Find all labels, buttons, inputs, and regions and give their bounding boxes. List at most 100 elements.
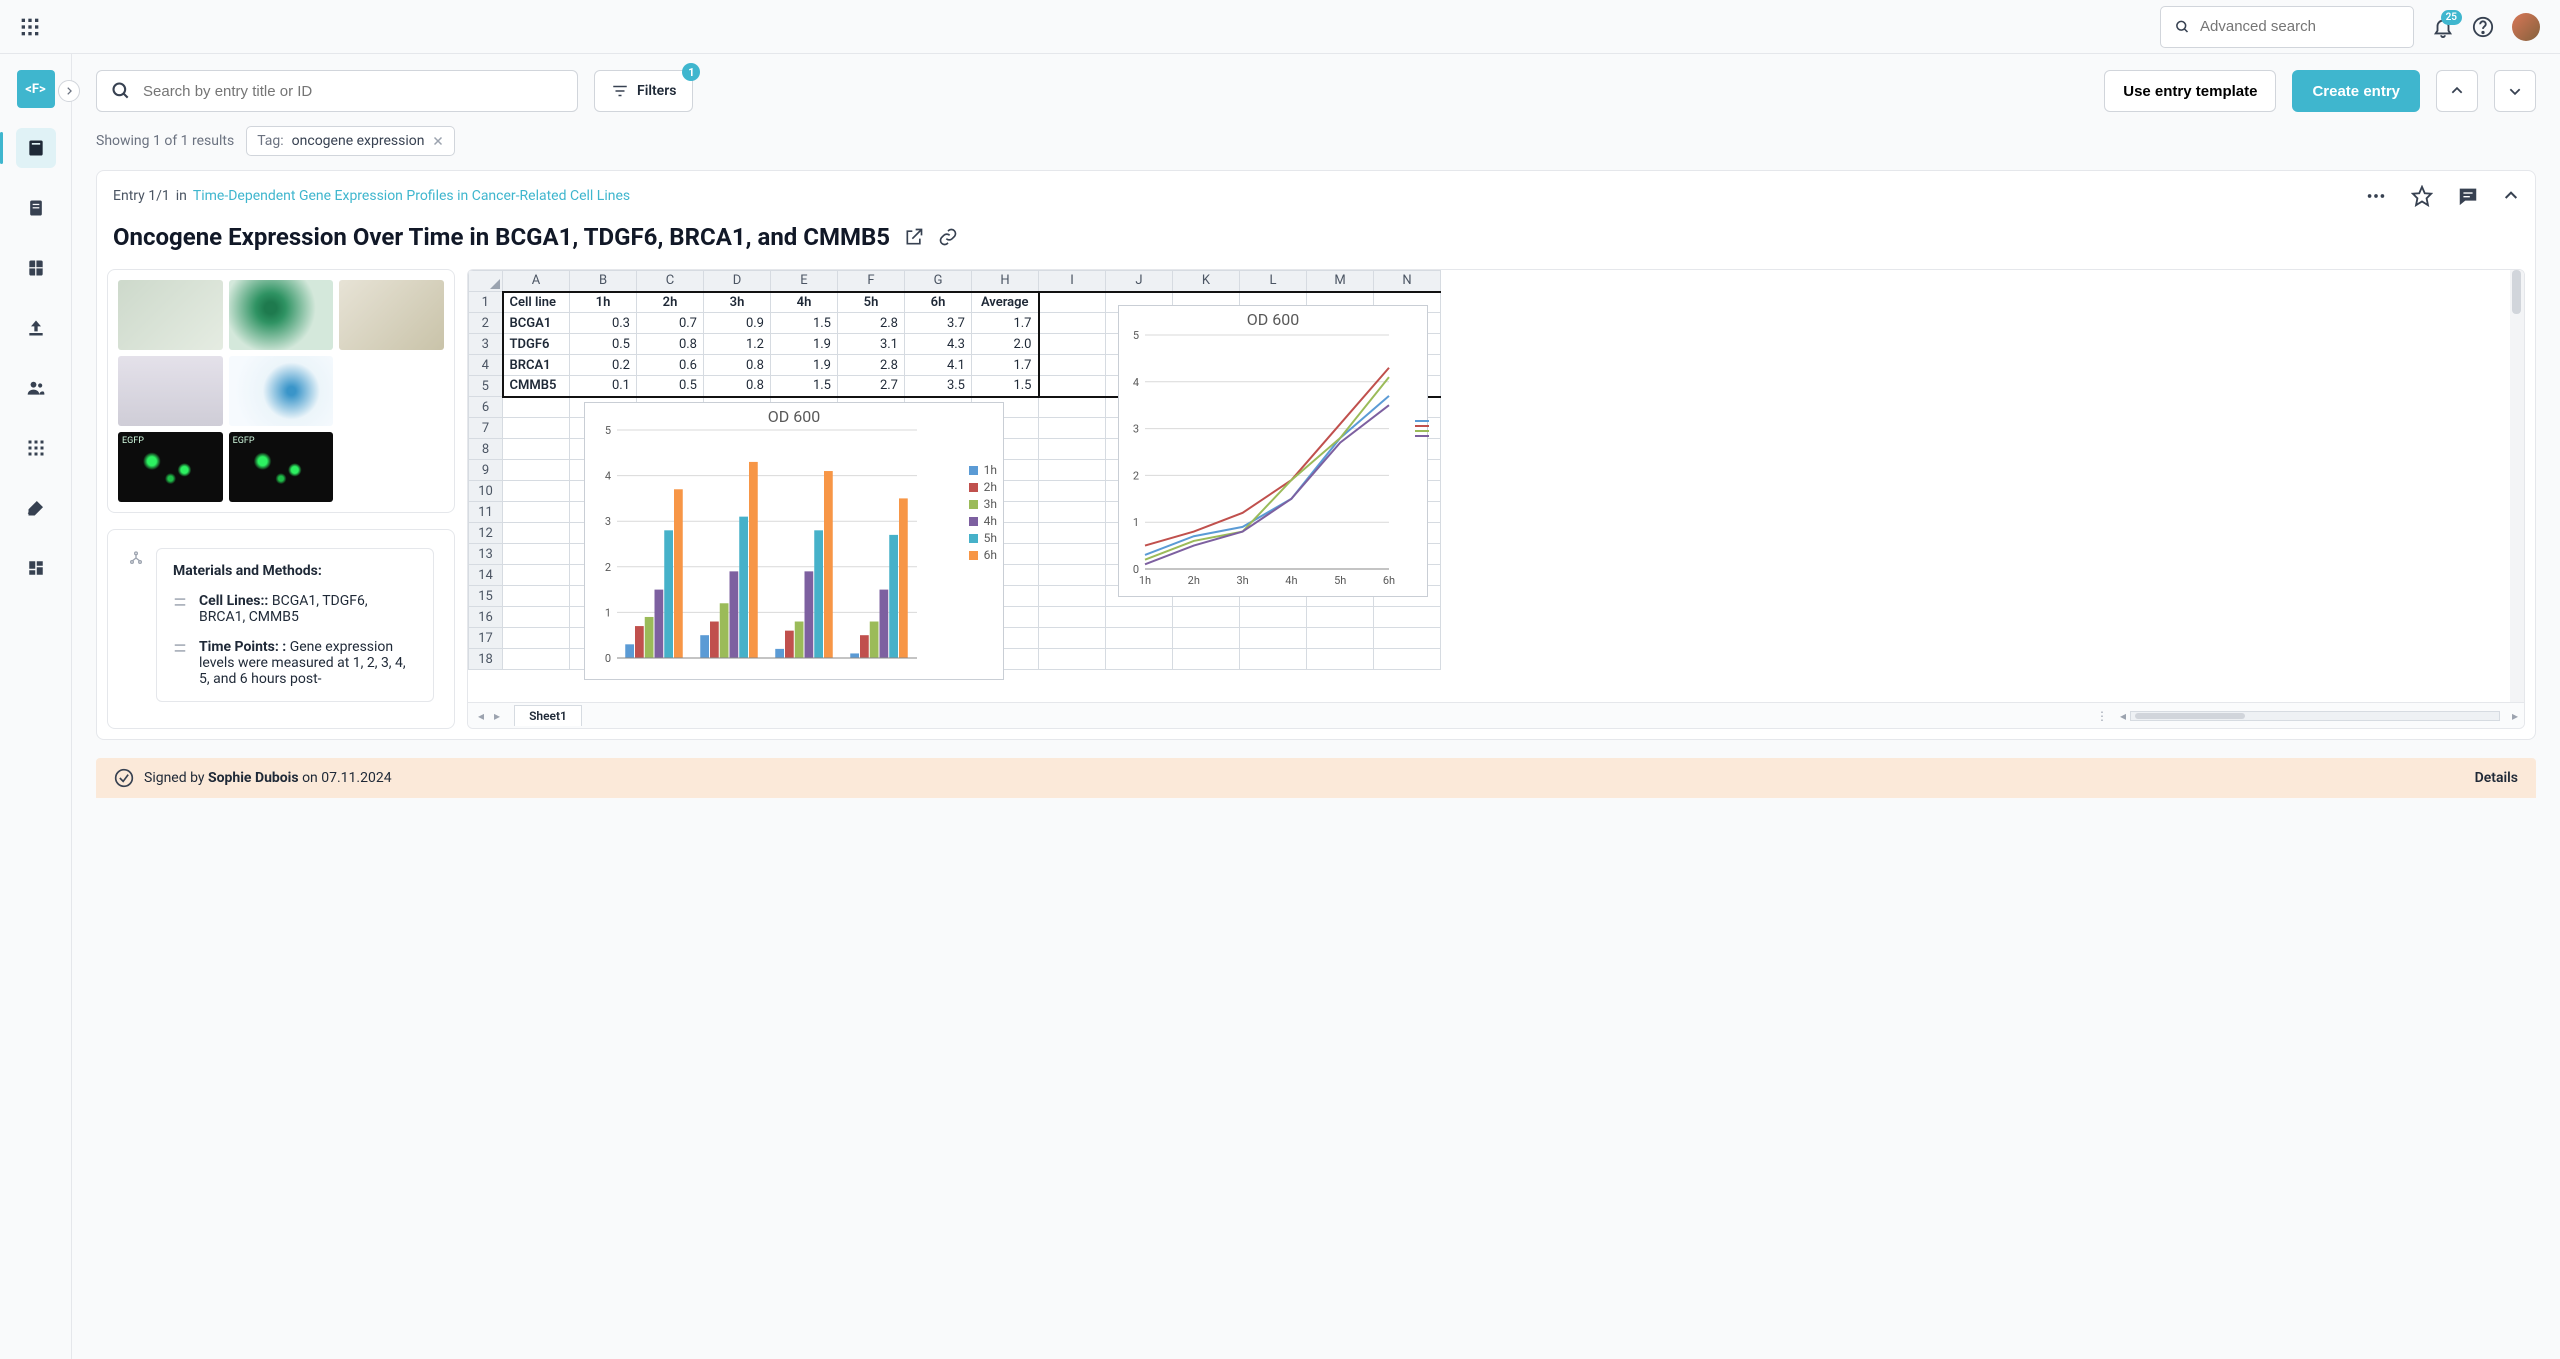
line-chart-legend: [1415, 420, 1429, 440]
sheet-footer: ◂ ▸ Sheet1 ⋮ ◂ ▸: [468, 702, 2524, 728]
more-button[interactable]: [2365, 185, 2387, 207]
topbar: 25: [0, 0, 2560, 54]
thumbnail[interactable]: [118, 280, 223, 350]
thumbnail[interactable]: [229, 356, 334, 426]
external-link-icon: [904, 227, 924, 247]
materials-methods-panel: Materials and Methods: Cell Lines:: BCGA…: [107, 529, 455, 729]
svg-text:3: 3: [605, 515, 611, 528]
sidebar-item-inventory[interactable]: [16, 248, 56, 288]
svg-text:2h: 2h: [1188, 574, 1200, 587]
sheet-prev[interactable]: ◂: [478, 709, 484, 723]
entry-title: Oncogene Expression Over Time in BCGA1, …: [113, 223, 890, 251]
entry-search[interactable]: [96, 70, 578, 112]
list-item-icon: [173, 595, 189, 625]
spreadsheet[interactable]: ABCDEFGHIJKLMN1Cell line1h2h3h4h5h6hAver…: [467, 269, 2525, 729]
thumbnail[interactable]: [229, 280, 334, 350]
vertical-scrollbar[interactable]: [2510, 270, 2524, 702]
star-button[interactable]: [2411, 185, 2433, 207]
global-search-input[interactable]: [2200, 18, 2399, 35]
chevron-down-icon: [2508, 84, 2522, 98]
dashboard-icon: [27, 559, 45, 577]
apps-grid-icon[interactable]: [20, 17, 40, 37]
use-template-button[interactable]: Use entry template: [2104, 70, 2276, 112]
comment-icon: [2457, 185, 2479, 207]
sheet-next[interactable]: ▸: [494, 709, 500, 723]
svg-text:4: 4: [605, 470, 611, 483]
collapse-entry-button[interactable]: [2503, 188, 2519, 204]
grid-icon: [27, 439, 45, 457]
filter-chip-value: oncogene expression: [292, 133, 425, 149]
avatar[interactable]: [2512, 13, 2540, 41]
chevron-up-icon: [2503, 188, 2519, 204]
help-button[interactable]: [2472, 16, 2494, 38]
sidebar-item-apps[interactable]: [16, 428, 56, 468]
copy-link-button[interactable]: [938, 227, 958, 247]
signed-text: Signed by Sophie Dubois on 07.11.2024: [144, 770, 392, 786]
sidebar-collapse-toggle[interactable]: [58, 80, 80, 102]
svg-text:5h: 5h: [1334, 574, 1346, 587]
comment-button[interactable]: [2457, 185, 2479, 207]
sidebar-item-docs[interactable]: [16, 188, 56, 228]
svg-text:6h: 6h: [1383, 574, 1395, 587]
thumbnail[interactable]: [118, 356, 223, 426]
svg-text:1h: 1h: [1139, 574, 1151, 587]
collapse-up-button[interactable]: [2436, 70, 2478, 112]
thumbnail[interactable]: EGFP: [229, 432, 334, 502]
expand-down-button[interactable]: [2494, 70, 2536, 112]
filter-chip-remove[interactable]: [432, 135, 444, 147]
svg-text:5: 5: [1133, 329, 1139, 342]
mm-time-points-label: Time Points: :: [199, 639, 286, 655]
signed-details-button[interactable]: Details: [2475, 770, 2518, 786]
sidebar-logo[interactable]: <F>: [17, 70, 55, 108]
sidebar-item-notebook[interactable]: [16, 128, 56, 168]
signed-bar: Signed by Sophie Dubois on 07.11.2024 De…: [96, 758, 2536, 798]
inventory-icon: [26, 258, 46, 278]
horizontal-scrollbar[interactable]: [2130, 711, 2500, 721]
check-circle-icon: [114, 768, 134, 788]
sidebar-item-dashboard[interactable]: [16, 548, 56, 588]
breadcrumb-in: in: [176, 188, 187, 204]
breadcrumb-parent[interactable]: Time-Dependent Gene Expression Profiles …: [193, 188, 630, 204]
filters-count-badge: 1: [682, 63, 700, 81]
svg-text:2: 2: [605, 561, 611, 574]
hscroll-right[interactable]: ▸: [2506, 709, 2524, 723]
bar-chart-legend: 1h2h3h4h5h6h: [969, 463, 997, 565]
mm-cell-lines-label: Cell Lines::: [199, 593, 268, 609]
thumbnail[interactable]: EGFP: [118, 432, 223, 502]
notifications-button[interactable]: 25: [2432, 16, 2454, 38]
filter-icon: [611, 82, 629, 100]
more-horizontal-icon: [2365, 185, 2387, 207]
filter-chip-tag[interactable]: Tag: oncogene expression: [246, 126, 455, 156]
hscroll-left[interactable]: ◂: [2116, 709, 2130, 723]
close-icon: [432, 135, 444, 147]
search-icon: [111, 81, 131, 101]
sidebar-item-upload[interactable]: [16, 308, 56, 348]
sidebar-item-team[interactable]: [16, 368, 56, 408]
open-external-button[interactable]: [904, 227, 924, 247]
thumbnail[interactable]: [339, 280, 444, 350]
entry-search-input[interactable]: [143, 83, 563, 100]
results-bar: Showing 1 of 1 results Tag: oncogene exp…: [72, 112, 2560, 170]
filterbar: Filters 1 Use entry template Create entr…: [72, 54, 2560, 112]
filters-label: Filters: [637, 83, 676, 99]
chart-title: OD 600: [585, 403, 1003, 426]
global-search[interactable]: [2160, 6, 2414, 48]
svg-text:3h: 3h: [1236, 574, 1248, 587]
svg-text:1: 1: [1133, 516, 1139, 529]
doc-icon: [26, 198, 46, 218]
create-entry-button[interactable]: Create entry: [2292, 70, 2420, 112]
sheet-options[interactable]: ⋮: [2088, 709, 2116, 723]
list-item-icon: [173, 641, 189, 687]
sidebar-item-sign[interactable]: [16, 488, 56, 528]
search-icon: [2175, 17, 2190, 37]
star-icon: [2411, 185, 2433, 207]
image-gallery: EGFP EGFP: [107, 269, 455, 513]
link-icon: [938, 227, 958, 247]
bar-chart[interactable]: OD 600 012345 1h2h3h4h5h6h: [584, 402, 1004, 680]
filters-button[interactable]: Filters 1: [594, 70, 693, 112]
svg-text:3: 3: [1133, 423, 1139, 436]
line-chart[interactable]: OD 600 0123451h2h3h4h5h6h: [1118, 305, 1428, 597]
sheet-tab[interactable]: Sheet1: [514, 705, 582, 726]
svg-text:4: 4: [1133, 376, 1139, 389]
sidebar: <F>: [0, 54, 72, 1359]
